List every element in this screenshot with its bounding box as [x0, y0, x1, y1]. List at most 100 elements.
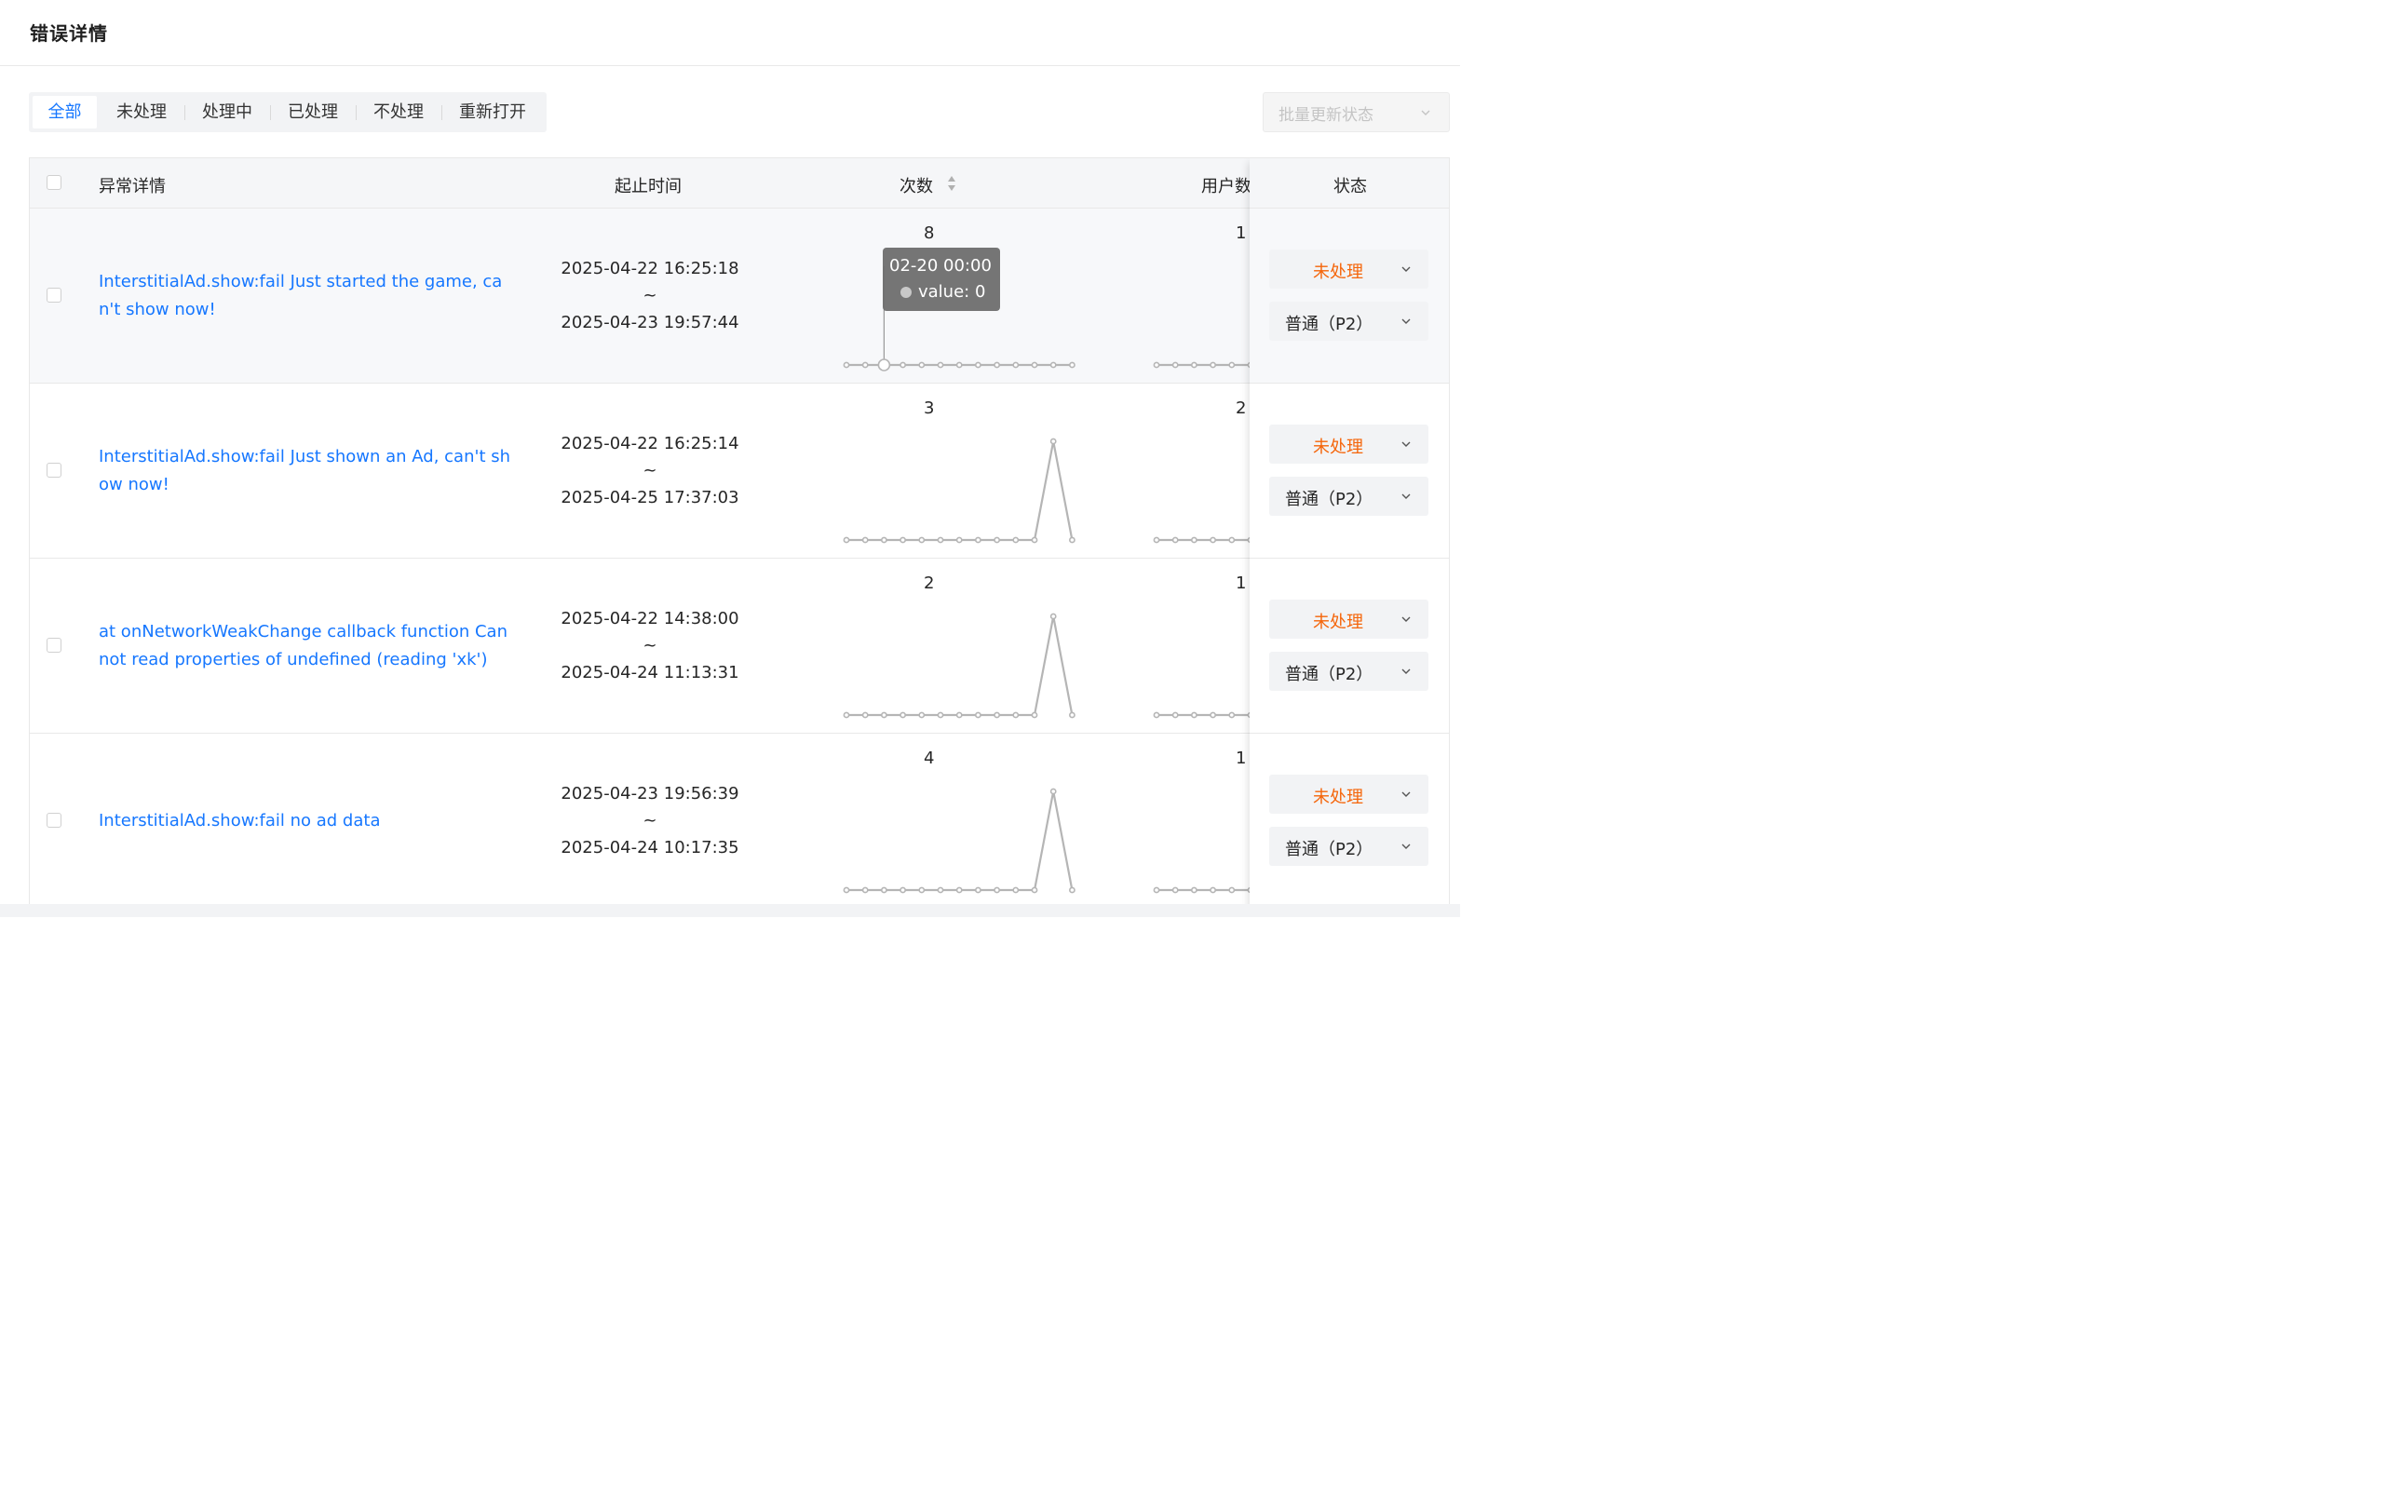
sparkline-point — [900, 886, 906, 894]
status-select[interactable]: 未处理 — [1269, 600, 1428, 639]
sparkline-point — [937, 536, 944, 544]
tooltip-series-dot — [900, 287, 912, 298]
users-sparkline[interactable] — [1125, 559, 1273, 734]
sparkline-point — [994, 361, 1000, 369]
users-sparkline[interactable] — [1125, 384, 1273, 559]
sparkline-point — [900, 361, 906, 369]
sparkline-point — [937, 361, 944, 369]
row-checkbox[interactable] — [47, 638, 61, 653]
tab-processed[interactable]: 已处理 — [273, 96, 353, 128]
priority-value: 普通（P2） — [1285, 840, 1373, 859]
sparkline-line — [846, 790, 1074, 892]
sparkline-point — [974, 536, 981, 544]
sparkline-point — [1049, 361, 1057, 369]
table-row: at onNetworkWeakChange callback function… — [30, 559, 1449, 734]
sparkline-point — [1210, 886, 1216, 894]
priority-value: 普通（P2） — [1285, 490, 1373, 509]
sparkline-point — [918, 886, 926, 894]
error-message-link[interactable]: InterstitialAd.show:fail Just started th… — [99, 268, 518, 324]
horizontal-scrollbar-track[interactable] — [0, 904, 1460, 917]
sparkline-point — [994, 711, 1000, 719]
count-sparkline[interactable] — [815, 384, 1075, 559]
table-header: 异常详情 起止时间 次数 用户数 — [30, 158, 1449, 209]
priority-select[interactable]: 普通（P2） — [1269, 302, 1428, 341]
chevron-down-icon — [1401, 668, 1411, 674]
tab-ignored[interactable]: 不处理 — [358, 96, 439, 128]
sparkline-point — [955, 711, 963, 719]
priority-value: 普通（P2） — [1285, 315, 1373, 334]
tab-all[interactable]: 全部 — [33, 96, 97, 128]
status-cell: 未处理 普通（P2） — [1250, 209, 1449, 384]
sparkline-point — [900, 536, 906, 544]
range-separator: ~ — [643, 636, 657, 655]
sparkline-line — [846, 615, 1074, 717]
status-select[interactable]: 未处理 — [1269, 775, 1428, 814]
priority-select[interactable]: 普通（P2） — [1269, 477, 1428, 516]
sparkline-point — [861, 711, 869, 719]
end-time: 2025-04-25 17:37:03 — [561, 488, 739, 507]
sparkline-point — [1191, 886, 1197, 894]
chevron-down-icon — [1401, 441, 1411, 447]
sparkline-point — [1171, 361, 1179, 369]
column-header-count[interactable]: 次数 — [900, 173, 933, 197]
status-value: 未处理 — [1313, 438, 1363, 457]
tab-processing[interactable]: 处理中 — [187, 96, 267, 128]
count-sparkline[interactable] — [815, 559, 1075, 734]
sparkline-point — [937, 886, 944, 894]
status-select[interactable]: 未处理 — [1269, 250, 1428, 289]
sparkline-point — [1228, 361, 1236, 369]
sparkline-point — [974, 361, 981, 369]
sparkline-point — [1210, 536, 1216, 544]
count-sparkline[interactable] — [815, 734, 1075, 909]
tab-divider — [441, 105, 442, 120]
sparkline-point — [1210, 711, 1216, 719]
chevron-down-icon — [1401, 791, 1411, 797]
status-value: 未处理 — [1313, 613, 1363, 632]
sparkline-point — [1031, 711, 1038, 719]
tab-unprocessed[interactable]: 未处理 — [101, 96, 182, 128]
range-separator: ~ — [643, 461, 657, 480]
sparkline-point — [1171, 536, 1179, 544]
row-checkbox[interactable] — [47, 288, 61, 303]
sparkline-point — [861, 886, 869, 894]
sparkline-point — [861, 536, 869, 544]
tab-divider — [184, 105, 185, 120]
sparkline-point — [1031, 536, 1038, 544]
sparkline-point — [843, 361, 850, 369]
priority-select[interactable]: 普通（P2） — [1269, 827, 1428, 866]
error-message-link[interactable]: InterstitialAd.show:fail no ad data — [99, 807, 518, 835]
sparkline-point — [1191, 361, 1197, 369]
row-checkbox[interactable] — [47, 463, 61, 478]
sparkline-point — [1191, 711, 1197, 719]
tab-reopened[interactable]: 重新打开 — [444, 96, 541, 128]
select-all-checkbox[interactable] — [47, 175, 61, 190]
sparkline-point — [937, 711, 944, 719]
row-checkbox[interactable] — [47, 813, 61, 828]
sparkline-point — [1153, 711, 1160, 719]
sparkline-point — [974, 886, 981, 894]
error-message-link[interactable]: InterstitialAd.show:fail Just shown an A… — [99, 443, 518, 499]
tooltip-date: 02-20 00:00 — [889, 256, 992, 276]
sparkline-point — [1012, 536, 1020, 544]
time-range: 2025-04-22 14:38:00 ~ 2025-04-24 11:13:3… — [551, 605, 749, 686]
sparkline-point — [1068, 886, 1075, 894]
chevron-down-icon — [1401, 616, 1411, 622]
users-sparkline[interactable] — [1125, 209, 1273, 384]
status-filter-tabs: 全部 未处理 处理中 已处理 不处理 重新打开 — [29, 92, 547, 132]
error-message-link[interactable]: at onNetworkWeakChange callback function… — [99, 618, 518, 674]
sparkline-point — [955, 886, 963, 894]
status-select[interactable]: 未处理 — [1269, 425, 1428, 464]
status-column-header: 状态 — [1250, 158, 1449, 209]
time-range: 2025-04-23 19:56:39 ~ 2025-04-24 10:17:3… — [551, 780, 749, 861]
sparkline-point — [994, 886, 1000, 894]
table-row: InterstitialAd.show:fail no ad data 2025… — [30, 734, 1449, 909]
end-time: 2025-04-24 10:17:35 — [561, 838, 739, 857]
sparkline-point — [955, 536, 963, 544]
time-range: 2025-04-22 16:25:18 ~ 2025-04-23 19:57:4… — [551, 255, 749, 336]
priority-select[interactable]: 普通（P2） — [1269, 652, 1428, 691]
bulk-update-status-select[interactable]: 批量更新状态 — [1263, 92, 1450, 132]
users-sparkline[interactable] — [1125, 734, 1273, 909]
sort-caret-icon[interactable] — [946, 175, 957, 192]
column-header-status: 状态 — [1333, 177, 1367, 196]
chevron-down-icon — [1421, 110, 1430, 115]
